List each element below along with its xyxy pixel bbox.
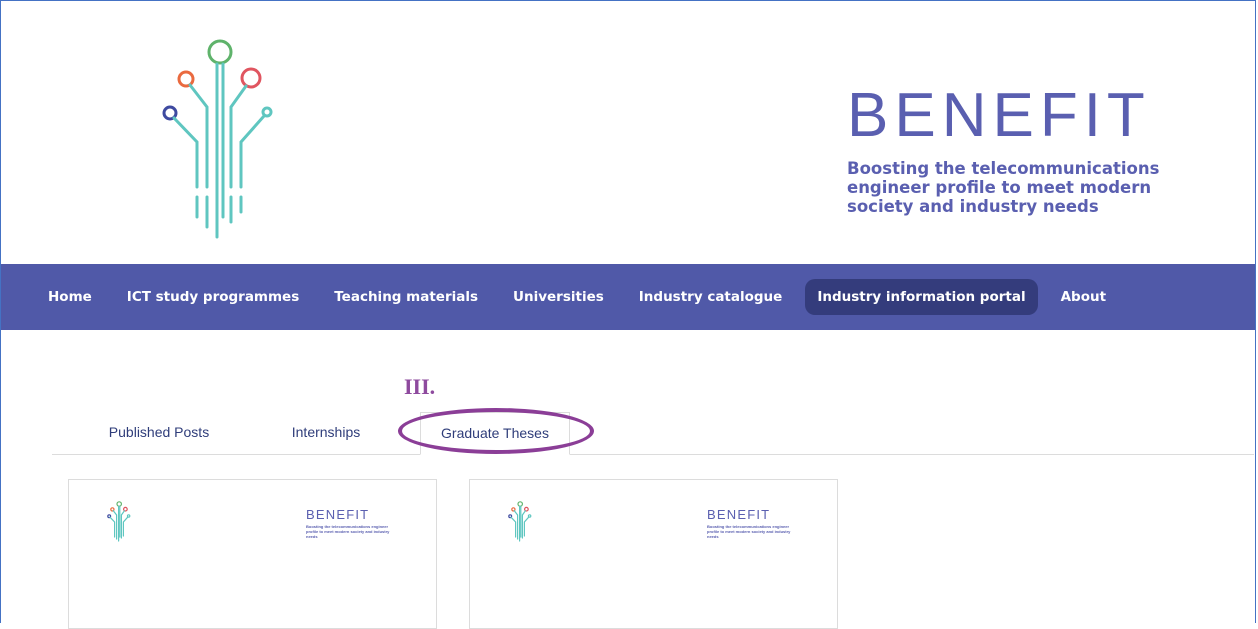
post-card[interactable]: BENEFIT Boosting the telecommunications … bbox=[469, 479, 838, 629]
nav-industry-information-portal[interactable]: Industry information portal bbox=[805, 279, 1038, 315]
tab-graduate-theses[interactable]: Graduate Theses bbox=[420, 412, 570, 455]
circuit-tree-logo-icon[interactable] bbox=[159, 37, 279, 257]
brand-tagline: Boosting the telecommunications engineer… bbox=[847, 159, 1160, 216]
card-brand: BENEFIT Boosting the telecommunications … bbox=[306, 508, 396, 539]
nav-industry-catalogue[interactable]: Industry catalogue bbox=[627, 279, 795, 315]
circuit-tree-logo-icon bbox=[508, 501, 532, 542]
post-card[interactable]: BENEFIT Boosting the telecommunications … bbox=[68, 479, 437, 629]
annotation-step-label: III. bbox=[404, 374, 436, 399]
nav-universities[interactable]: Universities bbox=[501, 279, 616, 315]
circuit-tree-logo-icon bbox=[107, 501, 131, 542]
nav-home[interactable]: Home bbox=[36, 279, 104, 315]
card-brand-title: BENEFIT bbox=[707, 507, 771, 522]
nav-about[interactable]: About bbox=[1049, 279, 1118, 315]
brand-block: BENEFIT Boosting the telecommunications … bbox=[847, 81, 1167, 217]
tab-published-posts[interactable]: Published Posts bbox=[104, 412, 214, 453]
card-brand-tagline: Boosting the telecommunications engineer… bbox=[707, 524, 791, 539]
nav-teaching-materials[interactable]: Teaching materials bbox=[322, 279, 490, 315]
nav-ict-study-programmes[interactable]: ICT study programmes bbox=[115, 279, 311, 315]
card-brand-title: BENEFIT bbox=[306, 507, 370, 522]
main-nav: Home ICT study programmes Teaching mater… bbox=[1, 264, 1255, 330]
card-brand-tagline: Boosting the telecommunications engineer… bbox=[306, 524, 390, 539]
card-brand: BENEFIT Boosting the telecommunications … bbox=[707, 508, 797, 539]
tab-bar: Published Posts Internships Graduate The… bbox=[52, 412, 1254, 455]
tab-internships[interactable]: Internships bbox=[284, 412, 368, 453]
site-header: BENEFIT Boosting the telecommunications … bbox=[1, 1, 1255, 264]
brand-title: BENEFIT bbox=[847, 81, 1151, 150]
